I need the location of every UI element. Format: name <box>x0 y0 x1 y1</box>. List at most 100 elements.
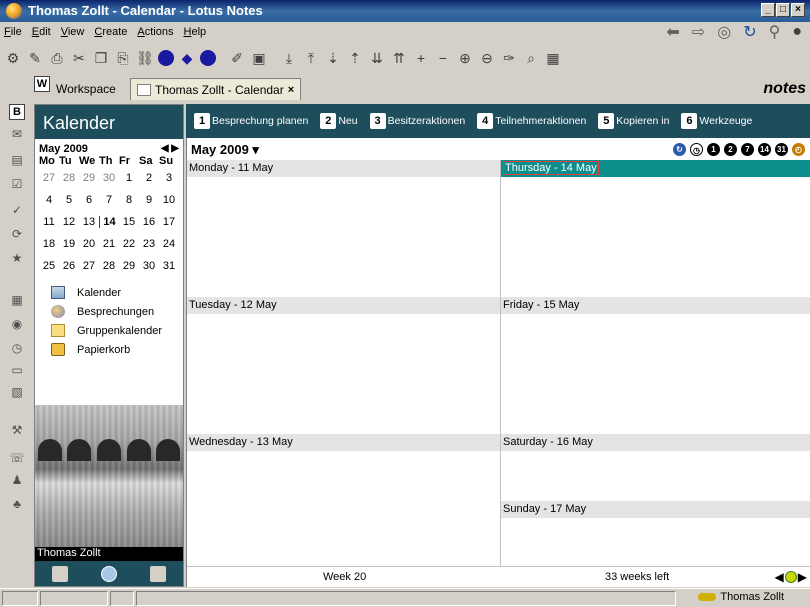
address-book-icon[interactable]: ☏ <box>9 450 25 466</box>
stop-icon[interactable]: ◎ <box>717 22 731 42</box>
action-besprechung-planen[interactable]: 1 Besprechung planen <box>194 113 308 129</box>
print-icon[interactable]: ⎙ <box>48 49 66 67</box>
databases-icon[interactable]: ▦ <box>9 292 25 308</box>
prev-month-icon[interactable]: ◀ <box>161 143 169 154</box>
more-bookmarks-icon[interactable]: ▧ <box>9 384 25 400</box>
clock-icon[interactable]: ◷ <box>690 143 703 156</box>
day-cell[interactable]: 27 <box>39 172 59 184</box>
day-cell[interactable]: 19 <box>59 238 79 250</box>
people-icon[interactable]: ♟ <box>9 472 25 488</box>
find-icon[interactable]: ⌕ <box>522 49 540 67</box>
folder-icon[interactable]: ▭ <box>9 362 25 378</box>
blue-circle-icon[interactable] <box>158 50 174 66</box>
status-cell[interactable] <box>110 591 134 606</box>
previous-week-icon[interactable]: ◀ <box>775 570 784 584</box>
nav-item-besprechungen[interactable]: Besprechungen <box>51 302 183 321</box>
contacts-icon[interactable]: ☑ <box>9 176 25 192</box>
collapse-icon[interactable]: − <box>434 49 452 67</box>
replicator-icon[interactable]: ⟳ <box>9 226 25 242</box>
day-cell[interactable]: 25 <box>39 260 59 272</box>
day-cell[interactable]: 9 <box>139 194 159 206</box>
day-cell[interactable]: 29 <box>79 172 99 184</box>
day-cell[interactable]: 28 <box>59 172 79 184</box>
day-cell[interactable]: 26 <box>59 260 79 272</box>
day-cell[interactable]: 27 <box>79 260 99 272</box>
menu-create[interactable]: Create <box>94 26 127 38</box>
tag-icon[interactable]: ✑ <box>500 49 518 67</box>
day-cell[interactable]: 30 <box>99 172 119 184</box>
menu-view[interactable]: View <box>61 26 85 38</box>
move-top-icon[interactable]: ⤒ <box>302 49 320 67</box>
link-icon[interactable]: ⛓ <box>136 49 154 67</box>
expand-icon[interactable]: + <box>412 49 430 67</box>
previous-unread-icon[interactable]: ⇈ <box>390 49 408 67</box>
next-icon[interactable]: ⇣ <box>324 49 342 67</box>
day-cell[interactable]: 12 <box>59 216 79 228</box>
day-cell[interactable]: 24 <box>159 238 179 250</box>
gear-icon[interactable]: ⚙ <box>4 49 22 67</box>
timezone-icon[interactable]: ◴ <box>792 143 805 156</box>
day-cell[interactable]: 6 <box>79 194 99 206</box>
back-arrow-icon[interactable]: ⬅ <box>666 22 679 42</box>
day-cell-wednesday[interactable]: Wednesday - 13 May <box>187 434 500 566</box>
day-cell[interactable]: 10 <box>159 194 179 206</box>
attach-icon[interactable]: ▣ <box>250 49 268 67</box>
day-cell[interactable]: 22 <box>119 238 139 250</box>
day-cell[interactable]: 7 <box>99 194 119 206</box>
day-cell[interactable]: 13 <box>79 216 99 228</box>
nav-item-gruppenkalender[interactable]: Gruppenkalender <box>51 321 183 340</box>
day-cell[interactable]: 20 <box>79 238 99 250</box>
edit-icon[interactable]: ✎ <box>26 49 44 67</box>
refresh-icon[interactable]: ↻ <box>743 22 756 42</box>
refresh-icon[interactable]: ↻ <box>673 143 686 156</box>
next-month-icon[interactable]: ▶ <box>171 143 179 154</box>
previous-icon[interactable]: ⇡ <box>346 49 364 67</box>
nav-item-kalender[interactable]: Kalender <box>51 283 183 302</box>
day-cell-thursday[interactable]: Thursday - 14 May <box>501 160 810 297</box>
one-day-view-button[interactable]: 1 <box>707 143 720 156</box>
one-week-view-button[interactable]: 7 <box>741 143 754 156</box>
month-view-button[interactable]: 31 <box>775 143 788 156</box>
day-cell[interactable]: 29 <box>119 260 139 272</box>
favorites-icon[interactable]: ★ <box>9 250 25 266</box>
day-cell[interactable]: 31 <box>159 260 179 272</box>
day-cell[interactable]: 23 <box>139 238 159 250</box>
menu-help[interactable]: Help <box>184 26 207 38</box>
day-cell[interactable]: 16 <box>139 216 159 228</box>
pen-icon[interactable]: ✐ <box>228 49 246 67</box>
close-tab-icon[interactable]: × <box>288 84 294 96</box>
day-cell[interactable]: 11 <box>39 216 59 228</box>
menu-actions[interactable]: Actions <box>137 26 173 38</box>
todo-icon[interactable] <box>150 565 167 582</box>
bookmarks-badge[interactable]: B <box>9 104 25 120</box>
expand-all-icon[interactable]: ⊕ <box>456 49 474 67</box>
day-cell[interactable]: 28 <box>99 260 119 272</box>
globe-icon[interactable]: ● <box>792 23 802 41</box>
day-cell[interactable]: 15 <box>119 216 139 228</box>
todo-icon[interactable]: ✓ <box>9 202 25 218</box>
day-cell[interactable]: 21 <box>99 238 119 250</box>
day-cell-sunday[interactable]: Sunday - 17 May <box>501 501 810 566</box>
day-cell[interactable]: 2 <box>139 172 159 184</box>
day-cell[interactable]: 18 <box>39 238 59 250</box>
paste-icon[interactable]: ⎘ <box>114 49 132 67</box>
copy-icon[interactable]: ❐ <box>92 49 110 67</box>
next-unread-icon[interactable]: ⇊ <box>368 49 386 67</box>
day-cell[interactable]: 8 <box>119 194 139 206</box>
day-cell-tuesday[interactable]: Tuesday - 12 May <box>187 297 500 434</box>
calendar-icon[interactable]: ▤ <box>9 152 25 168</box>
status-user[interactable]: Thomas Zollt <box>698 591 784 603</box>
day-cell[interactable]: 17 <box>159 216 179 228</box>
day-cell-monday[interactable]: Monday - 11 May <box>187 160 500 297</box>
search-icon[interactable]: ⚲ <box>769 22 781 42</box>
blue-circle-icon[interactable] <box>200 50 216 66</box>
mail-icon[interactable]: ✉ <box>9 126 25 142</box>
table-icon[interactable]: ▦ <box>544 49 562 67</box>
minimize-button[interactable]: _ <box>761 3 775 17</box>
month-selector[interactable]: May 2009 ▾ <box>191 142 259 158</box>
tab-calendar[interactable]: Thomas Zollt - Calendar × <box>130 78 302 100</box>
workspace-badge[interactable]: W <box>34 76 50 92</box>
internet-icon[interactable]: ◉ <box>9 316 25 332</box>
tree-icon[interactable]: ♣ <box>9 496 25 512</box>
action-teilnehmeraktionen[interactable]: 4 Teilnehmeraktionen <box>477 113 586 129</box>
